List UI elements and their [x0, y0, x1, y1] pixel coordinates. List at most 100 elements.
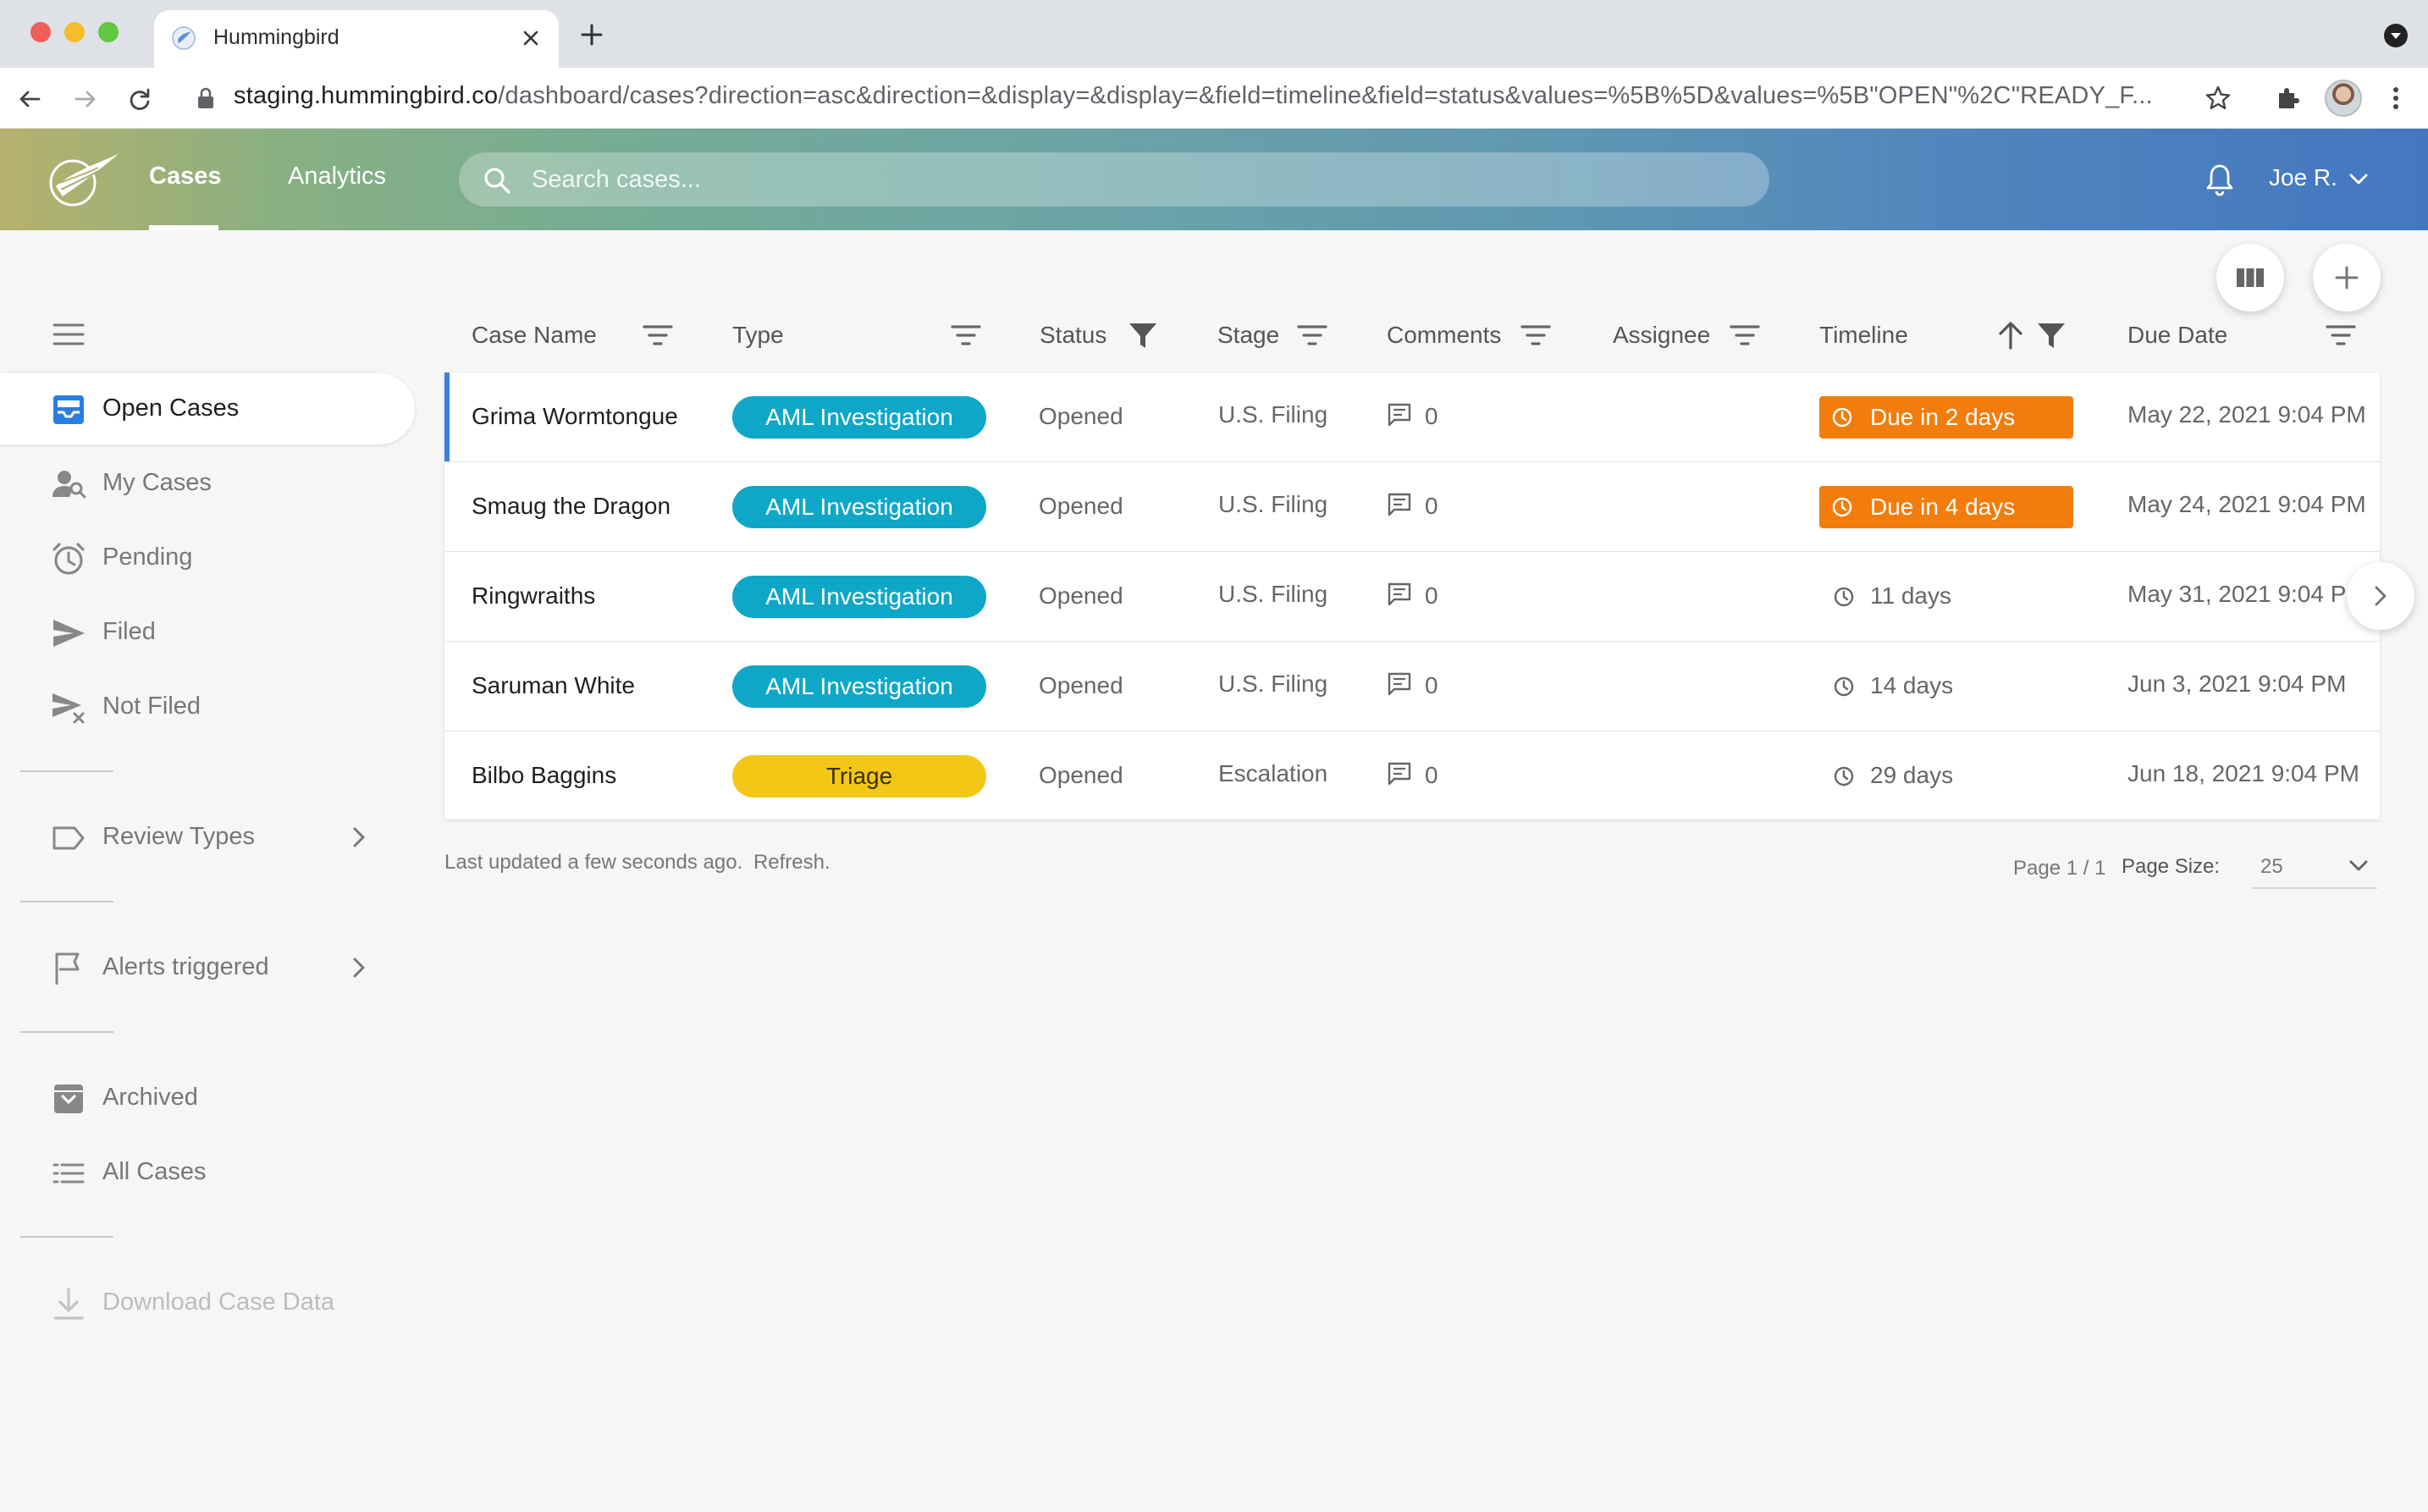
filter-lines-icon[interactable]: [949, 320, 983, 350]
funnel-icon[interactable]: [1126, 320, 1160, 350]
comment-count: 0: [1425, 672, 1438, 698]
due-date: Jun 18, 2021 9:04 PM: [2127, 760, 2359, 786]
case-name[interactable]: Saruman White: [472, 672, 635, 699]
inbox-icon: [53, 395, 84, 424]
page-size-value: 25: [2260, 855, 2283, 878]
tab-search-button[interactable]: [2384, 24, 2408, 47]
filter-lines-icon[interactable]: [2324, 320, 2358, 350]
filter-lines-icon[interactable]: [1519, 320, 1553, 350]
address-bar-url[interactable]: staging.hummingbird.co/dashboard/cases?d…: [234, 82, 2181, 110]
cases-table: Grima Wormtongue AML Investigation Opene…: [444, 372, 2380, 819]
due-date: May 22, 2021 9:04 PM: [2127, 401, 2366, 428]
bookmark-star-icon[interactable]: [2205, 85, 2232, 112]
column-header-timeline[interactable]: Timeline: [1819, 318, 2082, 356]
filter-lines-icon[interactable]: [1728, 320, 1762, 350]
browser-menu-icon[interactable]: [2386, 85, 2406, 112]
table-row[interactable]: Grima Wormtongue AML Investigation Opene…: [444, 372, 2380, 462]
hummingbird-logo-icon[interactable]: [47, 149, 120, 210]
sidebar-item-label: Filed: [102, 618, 156, 645]
comment-icon[interactable]: [1386, 491, 1413, 518]
comment-icon[interactable]: [1386, 670, 1413, 698]
last-updated: Last updated a few seconds ago. Refresh.: [444, 851, 830, 875]
sidebar-item-pending[interactable]: Pending: [0, 522, 415, 593]
search-bar[interactable]: [459, 152, 1769, 207]
comment-count: 0: [1425, 493, 1438, 519]
add-case-button[interactable]: [2313, 244, 2381, 312]
sidebar-item-filed[interactable]: Filed: [0, 597, 415, 668]
forward-arrow-icon[interactable]: [73, 86, 98, 112]
timeline-text: Due in 4 days: [1870, 494, 2016, 520]
nav-cases[interactable]: Cases: [149, 163, 221, 190]
column-header-stage[interactable]: Stage: [1217, 318, 1336, 356]
url-host: staging.hummingbird.co: [234, 82, 499, 109]
case-status: Opened: [1039, 493, 1123, 519]
column-header-due-date[interactable]: Due Date: [2127, 318, 2373, 356]
case-name[interactable]: Ringwraiths: [472, 582, 595, 610]
lock-icon[interactable]: [195, 86, 217, 110]
case-stage: U.S. Filing: [1218, 401, 1328, 428]
menu-hamburger-icon[interactable]: [52, 322, 85, 347]
column-header-comments[interactable]: Comments: [1387, 318, 1556, 356]
filter-lines-icon[interactable]: [641, 320, 675, 350]
clock-icon: [1832, 497, 1852, 517]
sidebar-divider: [20, 1236, 113, 1238]
browser-tab[interactable]: Hummingbird: [154, 10, 559, 68]
arrow-up-icon[interactable]: [1994, 320, 2028, 350]
column-header-assignee[interactable]: Assignee: [1613, 318, 1765, 356]
sidebar-item-open-cases[interactable]: Open Cases: [0, 373, 415, 444]
reload-icon[interactable]: [127, 86, 152, 112]
back-arrow-icon[interactable]: [17, 86, 42, 112]
window-minimize-button[interactable]: [64, 22, 85, 42]
comment-icon[interactable]: [1386, 581, 1413, 608]
column-title: Case Name: [472, 322, 597, 348]
case-status: Opened: [1039, 762, 1123, 788]
filter-lines-icon[interactable]: [1295, 320, 1329, 350]
new-tab-plus-icon[interactable]: [579, 22, 604, 47]
table-row[interactable]: Ringwraiths AML Investigation Opened U.S…: [444, 552, 2380, 642]
column-settings-button[interactable]: [2216, 244, 2284, 312]
sidebar-item-download-case-data[interactable]: Download Case Data: [0, 1267, 415, 1338]
table-row[interactable]: Saruman White AML Investigation Opened U…: [444, 642, 2380, 731]
chevron-down-icon: [2391, 33, 2401, 39]
scroll-right-button[interactable]: [2347, 562, 2414, 630]
user-menu-name[interactable]: Joe R.: [2269, 164, 2337, 191]
sidebar-item-archived[interactable]: Archived: [0, 1062, 415, 1134]
comment-icon[interactable]: [1386, 401, 1413, 428]
chevron-right-icon[interactable]: [349, 825, 369, 850]
notifications-bell-icon[interactable]: [2205, 163, 2235, 196]
window-close-button[interactable]: [30, 22, 51, 42]
timeline-due-badge: Due in 4 days: [1819, 486, 2073, 528]
case-name[interactable]: Smaug the Dragon: [472, 493, 670, 520]
sidebar-item-not-filed[interactable]: Not Filed: [0, 671, 415, 742]
sidebar-item-my-cases[interactable]: My Cases: [0, 448, 415, 519]
funnel-icon[interactable]: [2034, 320, 2068, 350]
sidebar-item-all-cases[interactable]: All Cases: [0, 1137, 415, 1208]
case-name[interactable]: Grima Wormtongue: [472, 403, 678, 430]
search-input[interactable]: [532, 152, 1734, 207]
comment-icon[interactable]: [1386, 760, 1413, 787]
table-row[interactable]: Bilbo Baggins Triage Opened Escalation 0…: [444, 731, 2380, 821]
column-title: Type: [732, 322, 784, 348]
sidebar-item-review-types[interactable]: Review Types: [0, 802, 415, 873]
profile-avatar[interactable]: [2325, 80, 2362, 117]
clock-icon: [1832, 407, 1852, 428]
sidebar-item-label: My Cases: [102, 469, 212, 496]
chevron-down-icon[interactable]: [2347, 169, 2370, 190]
timeline-text: 14 days: [1870, 672, 1954, 698]
sidebar-item-alerts-triggered[interactable]: Alerts triggered: [0, 932, 415, 1003]
active-nav-indicator: [149, 225, 218, 230]
column-header-case-name[interactable]: Case Name: [472, 318, 675, 356]
close-icon[interactable]: [520, 27, 542, 49]
column-header-status[interactable]: Status: [1040, 318, 1167, 356]
table-row[interactable]: Smaug the Dragon AML Investigation Opene…: [444, 462, 2380, 552]
chevron-right-icon[interactable]: [349, 955, 369, 980]
case-name[interactable]: Bilbo Baggins: [472, 762, 616, 789]
refresh-link[interactable]: Refresh.: [753, 851, 830, 874]
nav-analytics[interactable]: Analytics: [288, 163, 386, 190]
column-title: Status: [1040, 322, 1107, 348]
type-badge: Triage: [732, 755, 986, 797]
column-header-type[interactable]: Type: [732, 318, 986, 356]
window-maximize-button[interactable]: [98, 22, 119, 42]
extensions-puzzle-icon[interactable]: [2274, 85, 2301, 112]
page-size-select[interactable]: 25: [2252, 845, 2377, 889]
